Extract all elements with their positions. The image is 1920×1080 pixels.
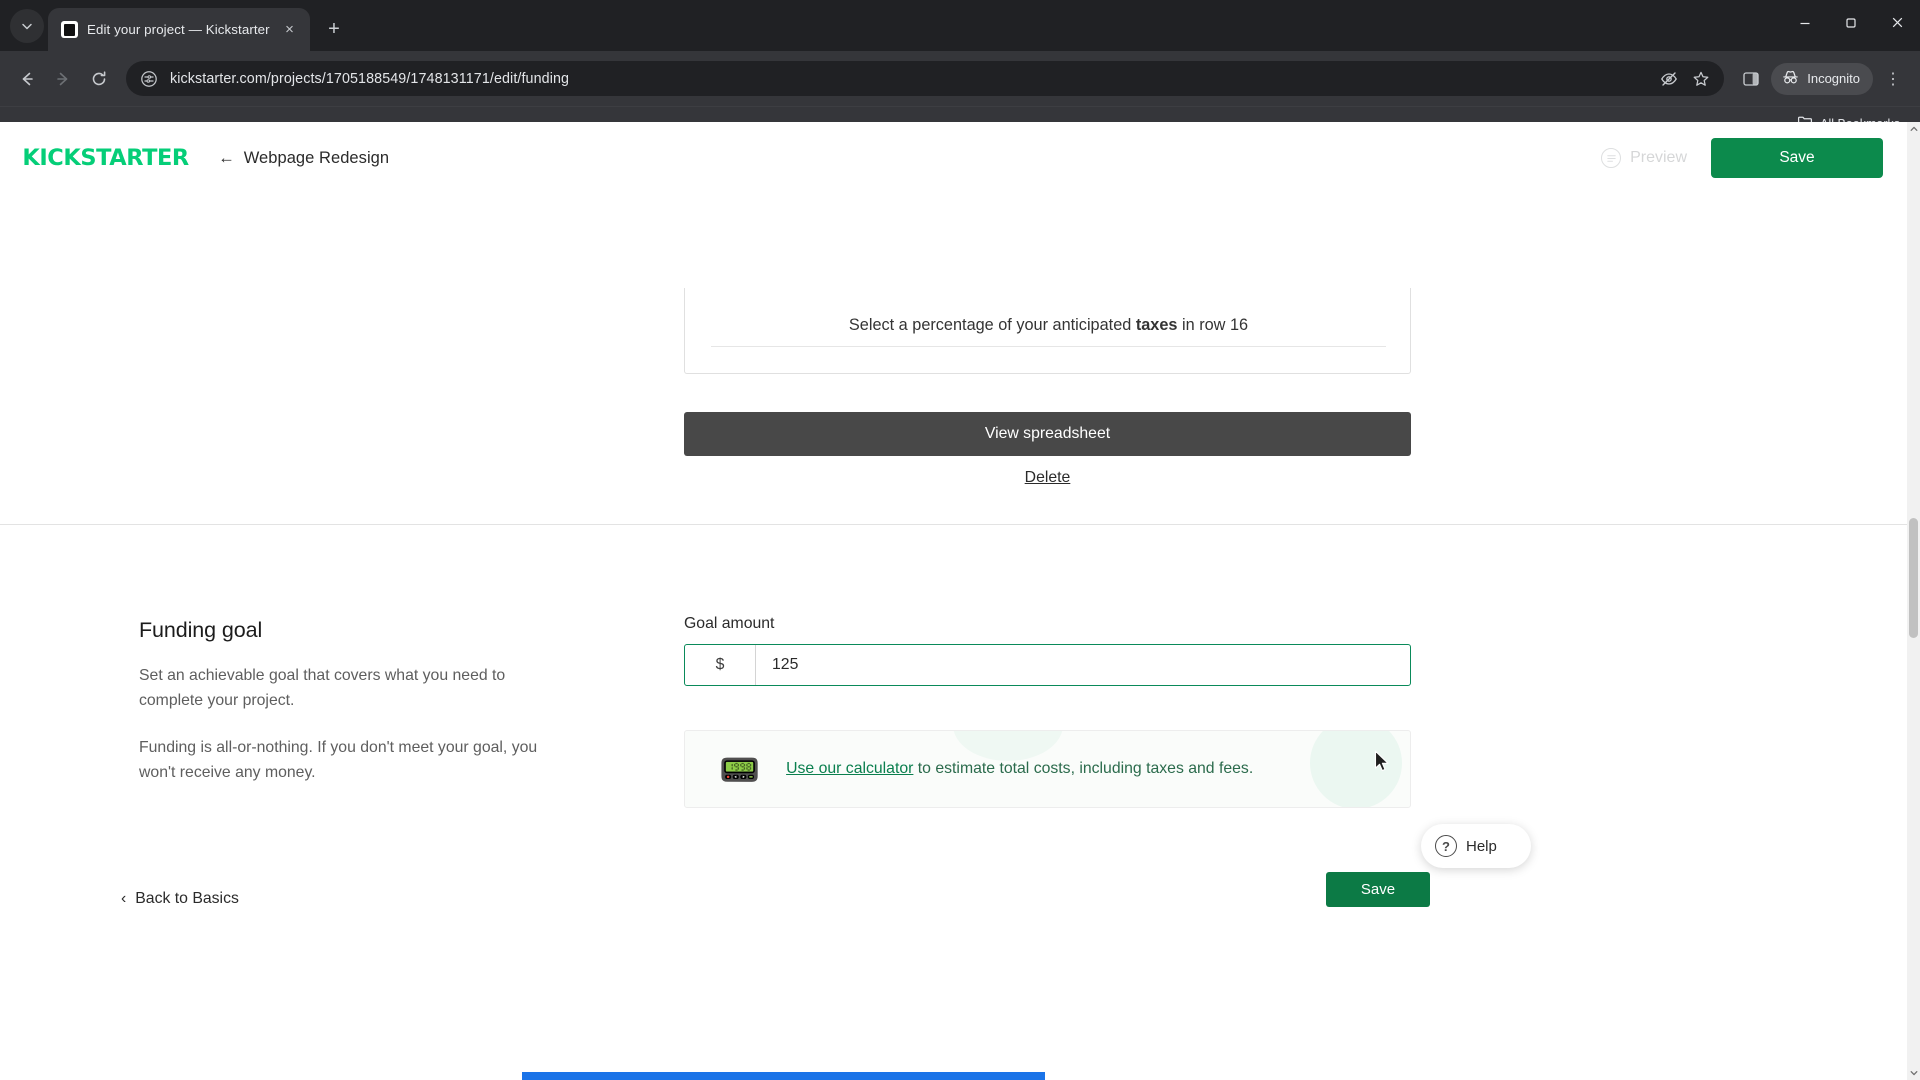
close-icon[interactable]: ×: [279, 19, 300, 40]
calculator-icon: 📟: [719, 750, 761, 788]
help-widget[interactable]: ? Help: [1421, 824, 1531, 868]
maximize-icon[interactable]: [1828, 0, 1874, 45]
question-mark-icon: ?: [1435, 835, 1457, 857]
url-text: kickstarter.com/projects/1705188549/1748…: [170, 70, 570, 87]
tab-search-button[interactable]: [10, 9, 44, 43]
kickstarter-logo[interactable]: KICKSTARTER: [22, 146, 189, 171]
preview-icon: [1601, 148, 1622, 168]
back-to-basics-link[interactable]: ‹ Back to Basics: [121, 890, 239, 908]
page-scrollbar[interactable]: [1907, 122, 1920, 1080]
window-controls: [1782, 0, 1920, 45]
project-name: Webpage Redesign: [243, 148, 390, 167]
view-spreadsheet-button[interactable]: View spreadsheet: [684, 412, 1411, 456]
browser-tab[interactable]: Edit your project — Kickstarter ×: [48, 8, 310, 51]
goal-amount-label: Goal amount: [684, 615, 775, 632]
kickstarter-editor-header: KICKSTARTER ← Webpage Redesign Preview S…: [0, 122, 1907, 194]
kickstarter-edit-funding-page: KICKSTARTER ← Webpage Redesign Preview S…: [0, 122, 1907, 1080]
minimize-icon[interactable]: [1782, 0, 1828, 45]
back-arrow-icon: ←: [218, 148, 235, 167]
taxes-hint-card: Select a percentage of your anticipated …: [684, 288, 1411, 374]
scroll-down-arrow[interactable]: [1907, 1066, 1920, 1080]
star-icon[interactable]: [1686, 64, 1716, 94]
decorative-blob: [1310, 731, 1402, 807]
chevron-down-icon: [22, 23, 32, 30]
chevron-left-icon: ‹: [121, 890, 127, 907]
profile-label: Incognito: [1807, 71, 1860, 86]
calculator-banner-text: Use our calculator to estimate total cos…: [786, 760, 1253, 778]
card-divider: [711, 346, 1386, 347]
taxes-hint-bold: taxes: [1135, 316, 1178, 334]
preview-label: Preview: [1630, 149, 1687, 166]
taxes-hint-prefix: Select a percentage of your anticipated: [848, 316, 1136, 334]
decorative-blob: [953, 731, 1063, 761]
page-viewport: KICKSTARTER ← Webpage Redesign Preview S…: [0, 122, 1920, 1080]
scrollbar-thumb[interactable]: [1909, 518, 1918, 638]
project-breadcrumb[interactable]: ← Webpage Redesign: [218, 149, 389, 168]
side-panel-icon[interactable]: [1734, 62, 1768, 96]
forward-button[interactable]: [46, 62, 80, 96]
help-label: Help: [1466, 837, 1497, 855]
browser-window: Edit your project — Kickstarter × + kick…: [0, 0, 1920, 1080]
save-button-header[interactable]: Save: [1711, 138, 1883, 178]
tab-strip: Edit your project — Kickstarter × +: [0, 0, 1920, 51]
funding-goal-paragraph-1: Set an achievable goal that covers what …: [139, 667, 506, 709]
back-button[interactable]: [10, 62, 44, 96]
address-bar[interactable]: kickstarter.com/projects/1705188549/1748…: [126, 61, 1725, 96]
goal-amount-value[interactable]: 125: [756, 645, 1410, 685]
bottom-progress-bar: [522, 1072, 1045, 1080]
scroll-up-arrow[interactable]: [1907, 122, 1920, 136]
goal-amount-input[interactable]: $ 125: [684, 644, 1411, 686]
calculator-banner: 📟 Use our calculator to estimate total c…: [684, 730, 1411, 808]
taxes-hint-suffix: in row 16: [1177, 316, 1249, 334]
page-title: Funding goal: [139, 618, 263, 642]
footer-navigation: ‹ Back to Basics Save: [0, 842, 1907, 962]
funding-goal-paragraph-2: Funding is all-or-nothing. If you don't …: [139, 739, 538, 781]
close-window-icon[interactable]: [1874, 0, 1920, 45]
taxes-hint-text: Select a percentage of your anticipated …: [685, 314, 1412, 336]
tab-title: Edit your project — Kickstarter: [87, 22, 270, 37]
browser-toolbar: kickstarter.com/projects/1705188549/1748…: [0, 51, 1920, 106]
save-button-footer[interactable]: Save: [1326, 872, 1430, 907]
funding-goal-form: Goal amount $ 125 📟 Use our calculator t…: [684, 615, 1411, 808]
funding-goal-section: Funding goal Set an achievable goal that…: [0, 453, 1907, 873]
eye-slash-icon[interactable]: [1654, 64, 1684, 94]
new-tab-button[interactable]: +: [319, 14, 349, 44]
kickstarter-favicon: [61, 21, 78, 38]
calculator-rest-text: to estimate total costs, including taxes…: [913, 760, 1254, 777]
calculator-link[interactable]: Use our calculator: [786, 760, 913, 777]
back-to-basics-label: Back to Basics: [135, 890, 239, 907]
currency-symbol: $: [685, 645, 756, 685]
preview-button[interactable]: Preview: [1601, 148, 1687, 168]
reload-button[interactable]: [82, 62, 116, 96]
funding-goal-description: Funding goal Set an achievable goal that…: [139, 618, 609, 807]
incognito-profile-button[interactable]: Incognito: [1771, 62, 1873, 95]
browser-menu-icon[interactable]: ⋮: [1876, 62, 1910, 96]
incognito-icon: [1781, 68, 1800, 90]
site-settings-icon[interactable]: [140, 70, 158, 88]
